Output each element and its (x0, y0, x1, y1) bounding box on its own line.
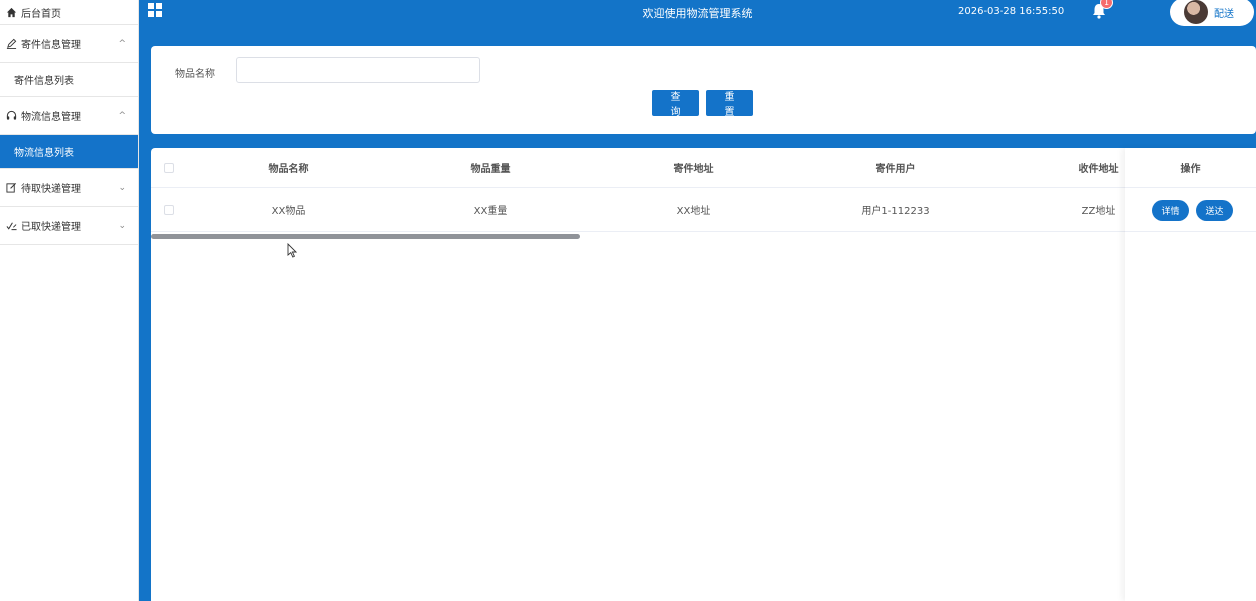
sidebar-item-send-list[interactable]: 寄件信息列表 (0, 63, 138, 97)
column-header: 物品重量 (470, 164, 511, 175)
column-header: 物品名称 (268, 164, 309, 175)
sidebar-item-label: 待取快递管理 (21, 184, 81, 195)
sidebar-item-logistics-list[interactable]: 物流信息列表 (0, 135, 138, 169)
sidebar-group-send-info[interactable]: 寄件信息管理 ^ (0, 25, 138, 63)
actions-column: 操作 详情 送达 (1125, 148, 1256, 601)
sidebar: 后台首页 寄件信息管理 ^ 寄件信息列表 物流信息管理 ^ 物流信息列表 待取快… (0, 0, 139, 601)
row-checkbox[interactable] (164, 205, 174, 215)
table-row-actions: 详情 送达 (1125, 188, 1256, 232)
deliver-button[interactable]: 送达 (1196, 200, 1233, 221)
sidebar-group-pending-pickup[interactable]: 待取快递管理 ⌄ (0, 169, 138, 207)
main-frame: 欢迎使用物流管理系统 2026-03-28 16:55:50 1 配送 物品名称… (139, 0, 1256, 601)
current-datetime: 2026-03-28 16:55:50 (958, 6, 1065, 17)
item-name-label: 物品名称 (175, 69, 215, 80)
search-panel: 物品名称 查询 重置 (151, 46, 1256, 134)
sidebar-item-label: 已取快递管理 (21, 222, 81, 233)
chevron-up-icon: ^ (118, 110, 126, 121)
detail-button[interactable]: 详情 (1152, 200, 1189, 221)
chevron-up-icon: ^ (118, 38, 126, 49)
table-header: 物品名称 物品重量 寄件地址 寄件用户 收件地址 (151, 148, 1256, 188)
select-all-checkbox[interactable] (164, 163, 174, 173)
query-button[interactable]: 查询 (652, 90, 699, 118)
home-icon (5, 6, 17, 18)
column-header: 寄件用户 (875, 164, 916, 175)
item-weight-cell: XX重量 (473, 206, 508, 217)
system-title: 欢迎使用物流管理系统 (642, 7, 753, 20)
edit-icon (5, 182, 17, 194)
avatar (1184, 0, 1208, 24)
top-header: 欢迎使用物流管理系统 2026-03-28 16:55:50 1 配送 (139, 0, 1256, 34)
chevron-down-icon: ⌄ (118, 220, 126, 231)
sender-user-cell: 用户1-112233 (861, 206, 930, 217)
sidebar-item-label: 寄件信息管理 (21, 40, 81, 51)
horizontal-scrollbar[interactable] (151, 234, 580, 239)
reset-button[interactable]: 重置 (706, 90, 753, 118)
check-signature-icon (5, 220, 17, 232)
column-header: 操作 (1125, 148, 1256, 188)
sender-address-cell: XX地址 (676, 206, 711, 217)
sidebar-group-logistics-info[interactable]: 物流信息管理 ^ (0, 97, 138, 135)
item-name-cell: XX物品 (271, 206, 306, 217)
item-name-input[interactable] (236, 57, 480, 83)
data-table: 物品名称 物品重量 寄件地址 寄件用户 收件地址 XX物品 XX重量 XX地址 … (151, 148, 1256, 601)
sidebar-item-label: 后台首页 (21, 8, 61, 20)
mouse-cursor-icon (287, 243, 297, 258)
headphones-icon (5, 110, 17, 122)
sidebar-group-picked-up[interactable]: 已取快递管理 ⌄ (0, 207, 138, 245)
chevron-down-icon: ⌄ (118, 182, 126, 193)
column-header: 寄件地址 (673, 164, 714, 175)
user-name: 配送 (1214, 8, 1234, 20)
table-row: XX物品 XX重量 XX地址 用户1-112233 ZZ地址 (151, 188, 1256, 232)
sidebar-item-home[interactable]: 后台首页 (0, 0, 138, 25)
sidebar-item-label: 物流信息管理 (21, 112, 81, 123)
pen-icon (5, 38, 17, 50)
user-menu[interactable]: 配送 (1170, 0, 1254, 26)
